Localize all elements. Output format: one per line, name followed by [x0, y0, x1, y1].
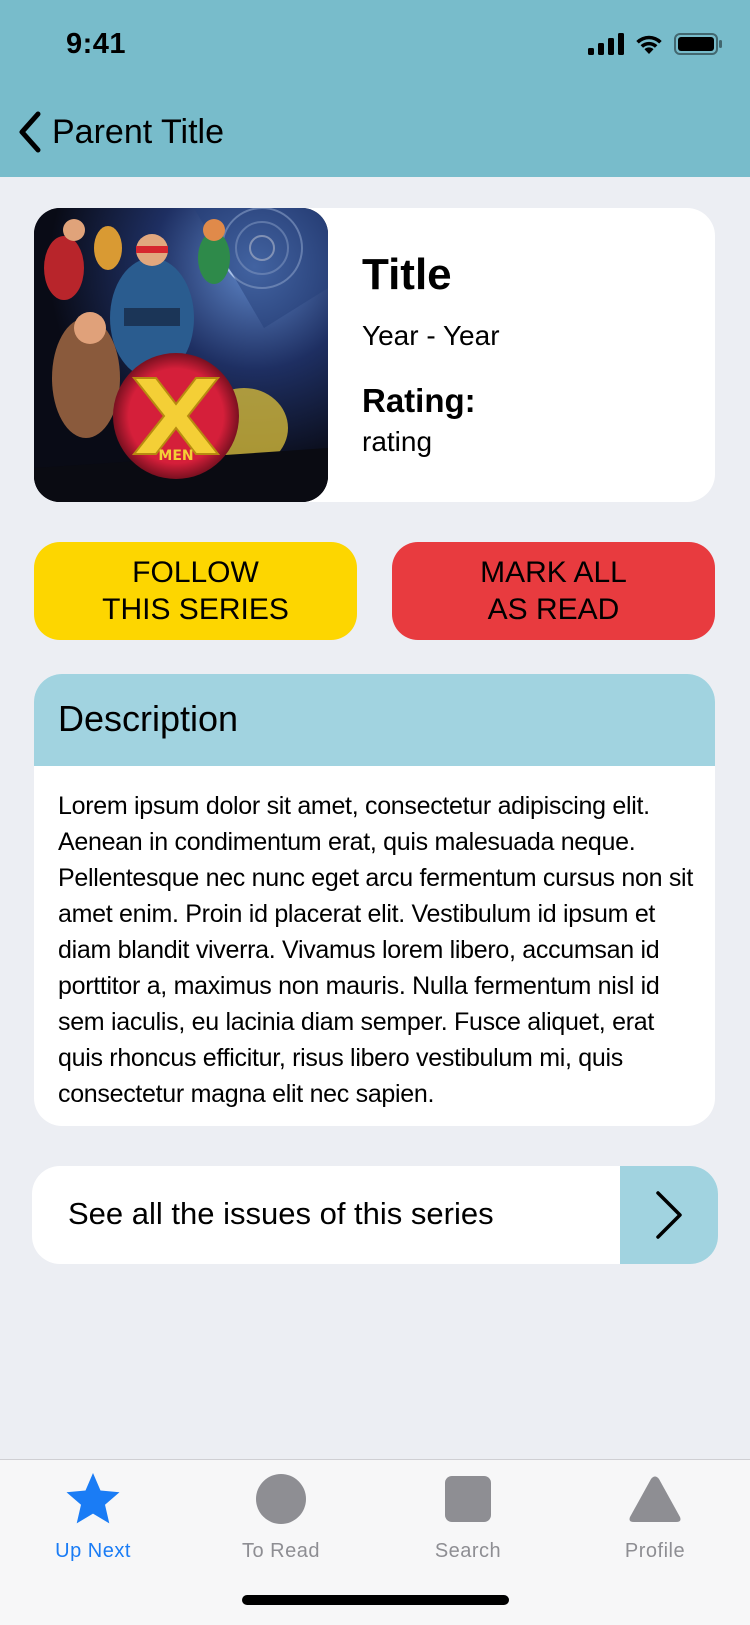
mark-all-read-label: MARK ALL AS READ [480, 556, 627, 626]
circle-icon [256, 1474, 306, 1524]
description-header: Description [34, 674, 715, 766]
signal-icon [588, 33, 624, 55]
chevron-right-icon [656, 1191, 682, 1239]
tab-up-next[interactable]: Up Next [18, 1470, 168, 1570]
mark-all-read-button[interactable]: MARK ALL AS READ [392, 542, 715, 640]
tab-to-read-label: To Read [242, 1540, 320, 1562]
star-icon [66, 1473, 120, 1524]
wifi-icon [636, 35, 662, 54]
follow-series-label: FOLLOW THIS SERIES [102, 556, 289, 626]
tab-search[interactable]: Search [393, 1470, 543, 1570]
tab-profile-label: Profile [624, 1540, 686, 1562]
series-cover-image: MEN [34, 208, 328, 502]
tab-search-label: Search [434, 1540, 502, 1562]
navigation-header: 9:41 Parent Title [0, 0, 750, 177]
series-title: Title [362, 250, 452, 299]
battery-icon [674, 33, 722, 55]
series-years: Year - Year [362, 320, 500, 351]
back-label: Parent Title [52, 112, 224, 151]
description-text: Lorem ipsum dolor sit amet, consectetur … [58, 792, 693, 1108]
rating-value: rating [362, 426, 433, 457]
see-all-issues-label: See all the issues of this series [68, 1196, 494, 1231]
follow-series-button[interactable]: FOLLOW THIS SERIES [34, 542, 357, 640]
description-heading: Description [58, 698, 239, 739]
back-button[interactable]: Parent Title [16, 104, 224, 160]
rating-label: Rating: [362, 382, 476, 419]
square-icon [445, 1476, 491, 1522]
description-card: Description Lorem ipsum dolor sit amet, … [34, 674, 715, 1126]
see-all-issues-button[interactable]: See all the issues of this series [32, 1166, 718, 1264]
cover-logo-text: MEN [158, 448, 193, 464]
triangle-icon [629, 1476, 681, 1522]
tab-up-next-label: Up Next [55, 1540, 131, 1562]
tab-to-read[interactable]: To Read [206, 1470, 356, 1570]
tab-profile[interactable]: Profile [580, 1470, 730, 1570]
status-time: 9:41 [66, 28, 127, 60]
issues-arrow-button[interactable] [620, 1166, 718, 1264]
home-indicator[interactable] [242, 1595, 509, 1605]
chevron-left-icon [19, 111, 41, 153]
status-icons [588, 33, 722, 55]
